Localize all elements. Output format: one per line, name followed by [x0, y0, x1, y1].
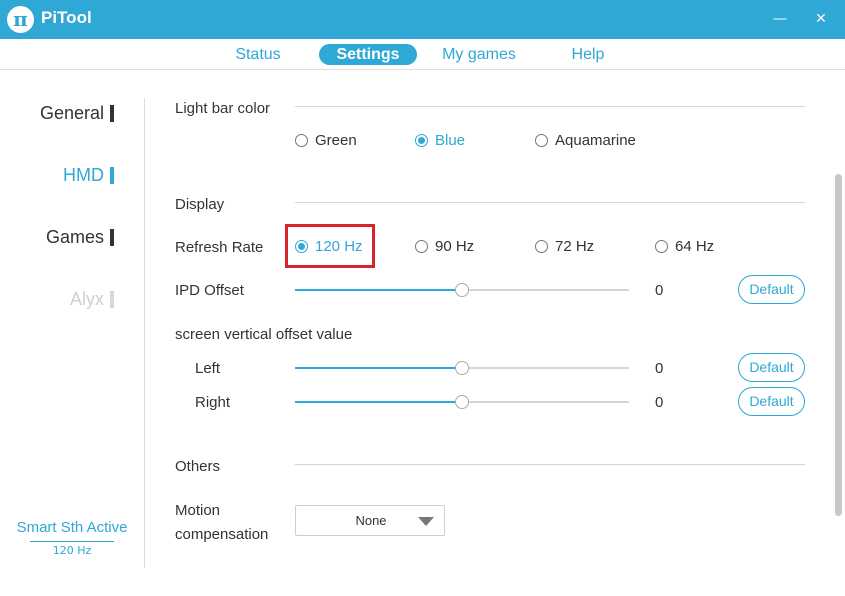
- ipd-offset-value: 0: [655, 282, 664, 299]
- sidebar-marker: [110, 291, 114, 308]
- slider-thumb[interactable]: [455, 395, 469, 409]
- radio-light-aquamarine[interactable]: Aquamarine: [535, 132, 636, 149]
- vertical-offset-right-slider[interactable]: [295, 395, 629, 409]
- sidebar-item-label: Alyx: [69, 289, 104, 309]
- sidebar-item-alyx: Alyx: [70, 289, 114, 310]
- ipd-default-button[interactable]: Default: [738, 275, 805, 304]
- slider-thumb[interactable]: [455, 283, 469, 297]
- section-title-light-bar: Light bar color: [175, 100, 271, 117]
- radio-label: 72 Hz: [555, 238, 595, 255]
- tab-status[interactable]: Status: [228, 44, 288, 65]
- radio-label: 90 Hz: [435, 238, 475, 255]
- pitool-window: π PiTool — ✕ Status Settings My games He…: [0, 0, 845, 596]
- sidebar-marker: [110, 105, 114, 122]
- radio-circle: [535, 134, 548, 147]
- ipd-offset-label: IPD Offset: [175, 282, 244, 299]
- close-icon[interactable]: ✕: [811, 9, 831, 29]
- scrollbar-thumb[interactable]: [835, 174, 842, 516]
- refresh-rate-highlight-box: [285, 224, 375, 268]
- section-divider: [295, 202, 805, 203]
- smart-smoothing-status: Smart Sth Active: [16, 519, 128, 536]
- slider-fill: [295, 401, 462, 403]
- tab-my-games[interactable]: My games: [436, 44, 522, 65]
- vertical-offset-left-label: Left: [195, 360, 221, 377]
- radio-label: 64 Hz: [675, 238, 715, 255]
- radio-refresh-72[interactable]: 72 Hz: [535, 238, 594, 255]
- radio-circle: [535, 240, 548, 253]
- slider-thumb[interactable]: [455, 361, 469, 375]
- radio-label: Aquamarine: [555, 132, 636, 149]
- sidebar-item-label: HMD: [63, 165, 104, 185]
- sidebar-item-games[interactable]: Games: [46, 227, 114, 248]
- radio-circle: [415, 240, 428, 253]
- sidebar-marker: [110, 229, 114, 246]
- sidebar-divider: [144, 98, 145, 568]
- vertical-offset-right-value: 0: [655, 394, 664, 411]
- smart-smoothing-rate: 120 Hz: [52, 544, 92, 557]
- top-nav: Status Settings My games Help: [0, 39, 845, 70]
- section-divider: [295, 106, 805, 107]
- sidebar-item-label: Games: [45, 227, 104, 247]
- radio-refresh-90[interactable]: 90 Hz: [415, 238, 474, 255]
- radio-circle: [415, 134, 428, 147]
- title-bar: π PiTool — ✕: [0, 0, 845, 39]
- section-divider: [295, 464, 805, 465]
- tab-settings[interactable]: Settings: [319, 44, 417, 65]
- radio-light-green[interactable]: Green: [295, 132, 357, 149]
- smart-smoothing-divider: [30, 541, 114, 542]
- radio-label: Blue: [435, 132, 466, 149]
- chevron-down-icon: [418, 517, 434, 526]
- sidebar-marker: [110, 167, 114, 184]
- tab-help[interactable]: Help: [563, 44, 613, 65]
- ipd-offset-slider[interactable]: [295, 283, 629, 297]
- motion-compensation-label-line2: compensation: [175, 526, 269, 543]
- vertical-offset-left-value: 0: [655, 360, 664, 377]
- slider-fill: [295, 289, 462, 291]
- motion-compensation-label-line1: Motion: [175, 502, 221, 519]
- radio-circle: [295, 134, 308, 147]
- pi-logo-icon: π: [7, 6, 34, 33]
- radio-label: Green: [315, 132, 357, 149]
- radio-light-blue[interactable]: Blue: [415, 132, 465, 149]
- radio-circle: [655, 240, 668, 253]
- right-default-button[interactable]: Default: [738, 387, 805, 416]
- section-title-others: Others: [175, 458, 221, 475]
- sidebar-item-hmd[interactable]: HMD: [63, 165, 114, 186]
- sidebar-item-general[interactable]: General: [40, 103, 114, 124]
- refresh-rate-label: Refresh Rate: [175, 239, 264, 256]
- motion-compensation-dropdown[interactable]: None: [295, 505, 445, 536]
- app-title: PiTool: [41, 8, 92, 27]
- vertical-offset-left-slider[interactable]: [295, 361, 629, 375]
- vertical-offset-title: screen vertical offset value: [175, 326, 353, 343]
- sidebar-item-label: General: [39, 103, 104, 123]
- logo-glyph: π: [13, 7, 28, 31]
- radio-refresh-64[interactable]: 64 Hz: [655, 238, 714, 255]
- section-title-display: Display: [175, 196, 225, 213]
- left-default-button[interactable]: Default: [738, 353, 805, 382]
- slider-fill: [295, 367, 462, 369]
- minimize-icon[interactable]: —: [770, 9, 790, 29]
- vertical-offset-right-label: Right: [195, 394, 231, 411]
